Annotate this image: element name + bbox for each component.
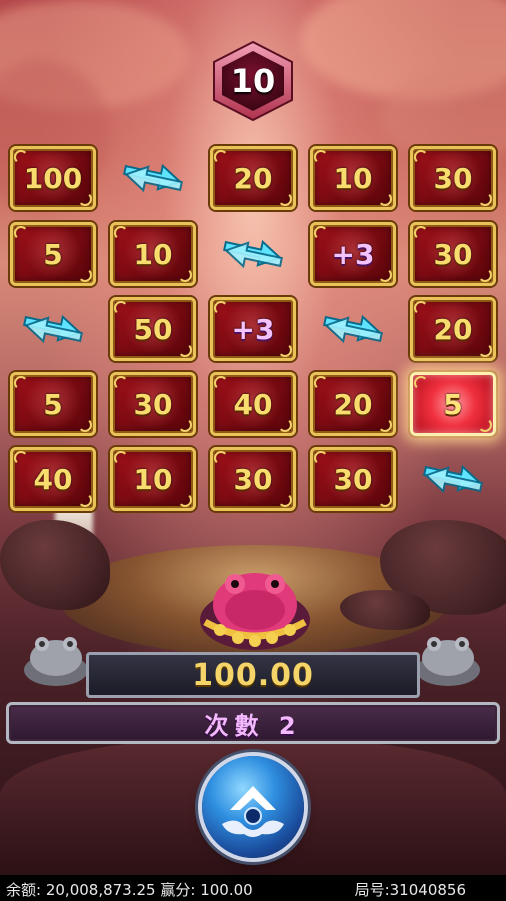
win-value: 100.00 bbox=[200, 881, 253, 899]
grid-tile[interactable]: 10 bbox=[110, 447, 196, 511]
round-counter-badge: 10 bbox=[210, 40, 296, 122]
spin-button[interactable] bbox=[202, 756, 304, 858]
game-scene: 10 100 20 10 30 5 10 +3 30 50 +3 20 5 30 40 20 5 40 10 30 3… bbox=[0, 0, 506, 875]
grid-tile[interactable]: 20 bbox=[210, 146, 296, 210]
grid-tile[interactable]: +3 bbox=[210, 297, 296, 361]
tile-value: +3 bbox=[331, 237, 375, 271]
grid-tile[interactable]: 10 bbox=[310, 146, 396, 210]
win-amount-value: 100.00 bbox=[192, 657, 314, 693]
tile-value: 30 bbox=[233, 462, 273, 496]
grid-tile[interactable]: 30 bbox=[410, 222, 496, 286]
grid-tile-active[interactable]: 5 bbox=[410, 372, 496, 436]
tile-value: 30 bbox=[433, 237, 473, 271]
grid-tile[interactable]: 100 bbox=[10, 146, 96, 210]
round-counter-value: 10 bbox=[230, 62, 276, 100]
win-label: 赢分: bbox=[160, 881, 196, 899]
grid-tile[interactable]: 5 bbox=[10, 372, 96, 436]
swap-arrows-icon[interactable] bbox=[218, 234, 288, 274]
status-bar: 余额: 20,008,873.25 赢分: 100.00 局号:31040856 bbox=[0, 875, 506, 901]
grid-tile[interactable]: 30 bbox=[310, 447, 396, 511]
grid-tile[interactable]: 30 bbox=[210, 447, 296, 511]
tile-value: 20 bbox=[333, 387, 373, 421]
tile-value: 40 bbox=[233, 387, 273, 421]
round-info: 局号:31040856 bbox=[355, 879, 466, 900]
round-value: 31040856 bbox=[389, 881, 466, 899]
grid-tile[interactable]: 20 bbox=[310, 372, 396, 436]
balance-value: 20,008,873.25 bbox=[45, 881, 156, 899]
stone-toad-icon bbox=[24, 637, 88, 686]
spin-arrow-icon bbox=[222, 786, 284, 837]
win-amount-display: 100.00 bbox=[86, 652, 420, 698]
swap-arrows-icon[interactable] bbox=[318, 309, 388, 349]
tile-value: 5 bbox=[443, 387, 463, 421]
grid-tile[interactable]: 50 bbox=[110, 297, 196, 361]
tile-value: 100 bbox=[23, 161, 83, 195]
balance-label: 余额: bbox=[6, 881, 42, 899]
stone-toad-icon bbox=[416, 637, 480, 686]
tile-value: 10 bbox=[133, 237, 173, 271]
grid-tile[interactable]: 30 bbox=[110, 372, 196, 436]
count-label: 次數 2 bbox=[204, 711, 302, 740]
tile-value: 10 bbox=[133, 462, 173, 496]
round-label: 局号: bbox=[354, 881, 390, 899]
count-display: 次數 2 bbox=[6, 702, 500, 744]
swap-arrows-icon[interactable] bbox=[418, 459, 488, 499]
swap-arrows-icon[interactable] bbox=[118, 158, 188, 198]
tile-value: 20 bbox=[233, 161, 273, 195]
rock bbox=[0, 520, 110, 610]
grid-tile[interactable]: 40 bbox=[210, 372, 296, 436]
tile-value: 5 bbox=[43, 387, 63, 421]
tile-value: +3 bbox=[231, 312, 275, 346]
tile-value: 40 bbox=[33, 462, 73, 496]
tile-value: 30 bbox=[433, 161, 473, 195]
tile-value: 30 bbox=[133, 387, 173, 421]
grid-tile[interactable]: 40 bbox=[10, 447, 96, 511]
grid-tile[interactable]: 20 bbox=[410, 297, 496, 361]
balance-info: 余额: 20,008,873.25 赢分: 100.00 bbox=[6, 879, 253, 900]
grid-tile[interactable]: +3 bbox=[310, 222, 396, 286]
toad-icon bbox=[200, 573, 310, 650]
grid-tile[interactable]: 30 bbox=[410, 146, 496, 210]
swap-arrows-icon[interactable] bbox=[18, 309, 88, 349]
tile-value: 20 bbox=[433, 312, 473, 346]
grid-tile[interactable]: 5 bbox=[10, 222, 96, 286]
tile-value: 5 bbox=[43, 237, 63, 271]
tile-value: 30 bbox=[333, 462, 373, 496]
grid-tile[interactable]: 10 bbox=[110, 222, 196, 286]
tile-value: 10 bbox=[333, 161, 373, 195]
tile-value: 50 bbox=[133, 312, 173, 346]
